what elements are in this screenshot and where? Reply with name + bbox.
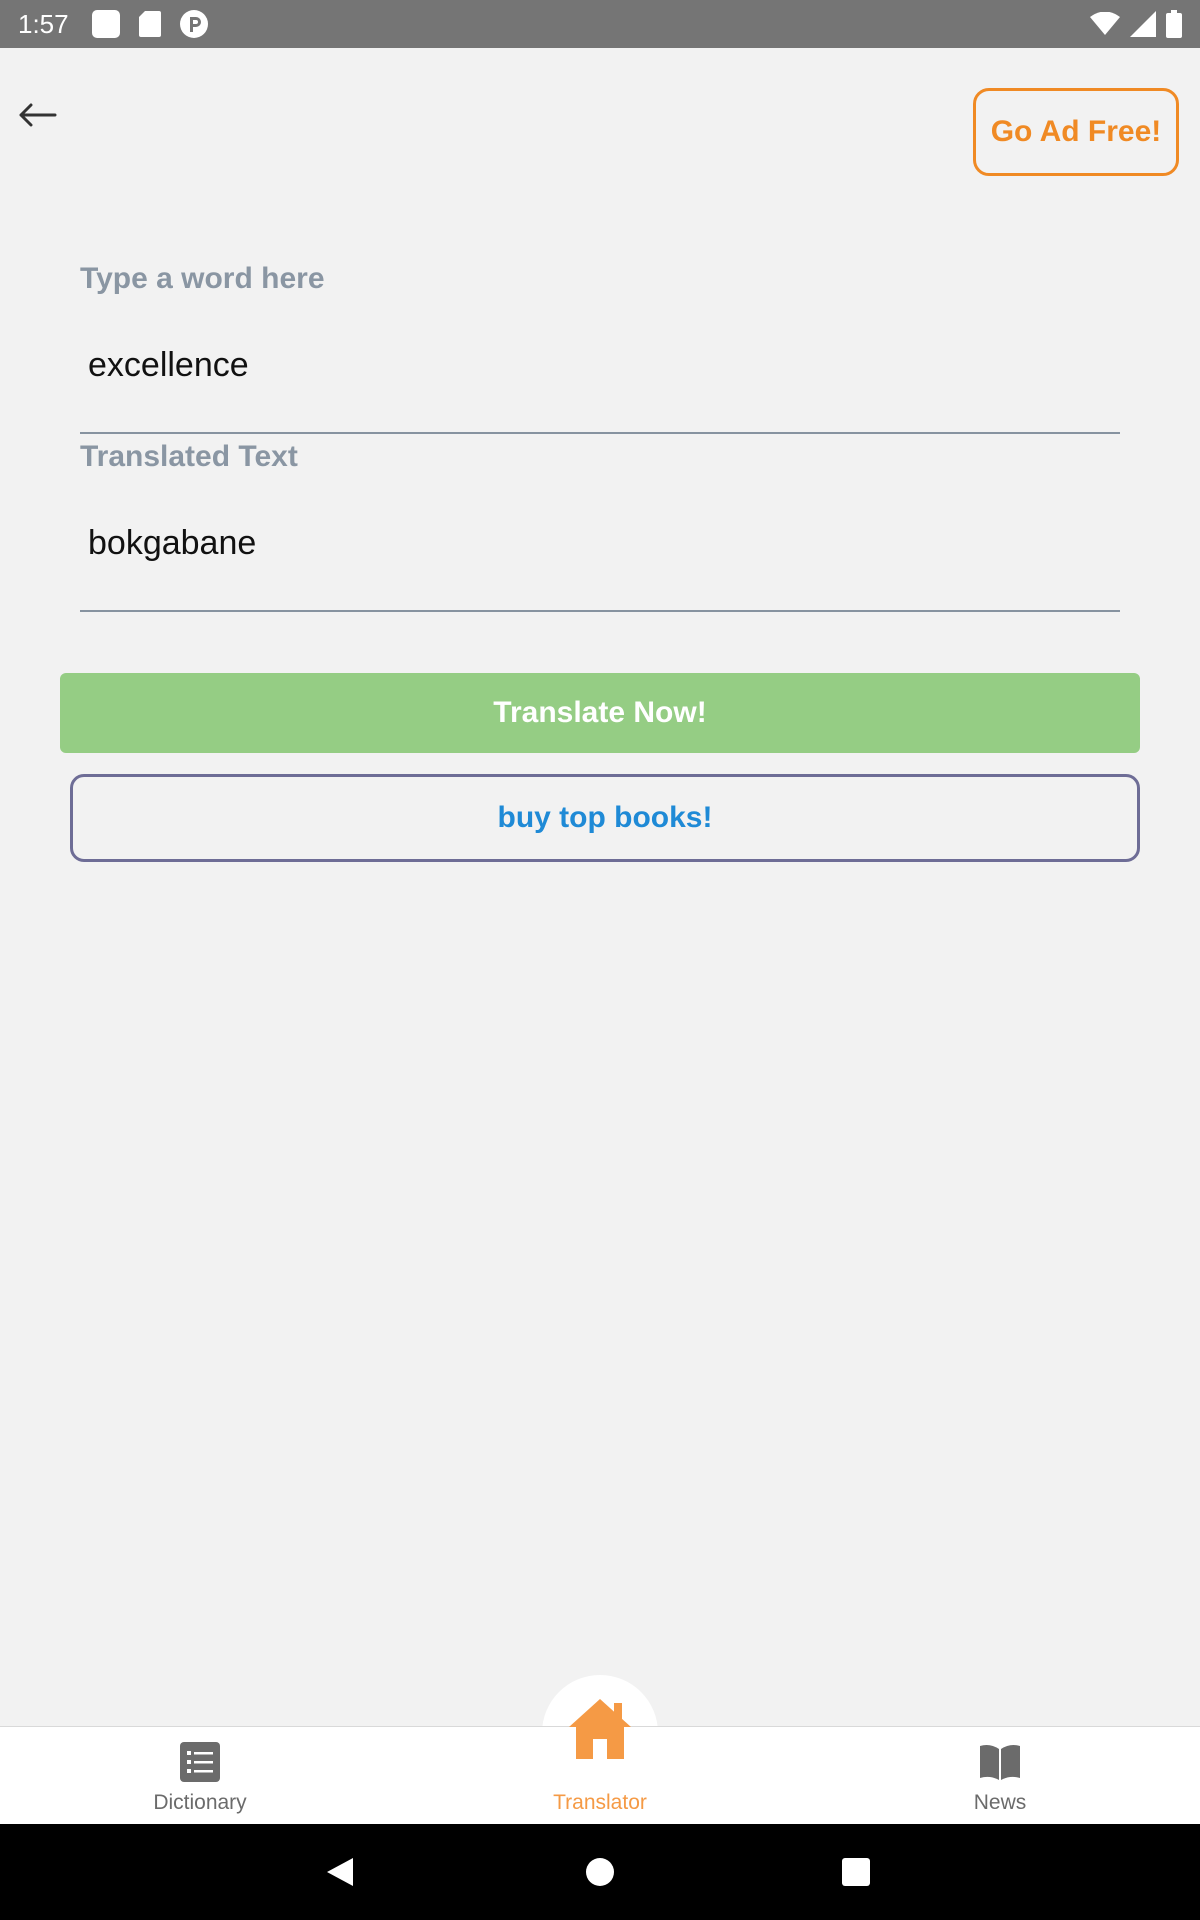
nav-item-news[interactable]: News [870,1727,1130,1825]
translated-text-field[interactable]: bokgabane [88,524,256,563]
translate-now-button[interactable]: Translate Now! [60,673,1140,753]
sd-card-icon [138,11,161,37]
nav-label-news: News [973,1791,1027,1814]
back-button[interactable] [12,92,62,142]
home-icon[interactable] [564,1693,636,1765]
word-input[interactable]: excellence [88,346,249,385]
word-input-underline [80,432,1120,434]
system-back-icon[interactable] [322,1854,358,1890]
system-home-icon[interactable] [582,1854,618,1890]
battery-icon [1166,10,1182,38]
status-icons-left [91,9,209,39]
nav-item-dictionary[interactable]: Dictionary [70,1727,330,1825]
go-ad-free-button[interactable]: Go Ad Free! [973,88,1179,176]
buy-top-books-button[interactable]: buy top books! [70,774,1140,862]
book-open-icon [979,1739,1021,1785]
status-icons-right [1090,10,1182,38]
translated-text-underline [80,610,1120,612]
pocket-icon [179,9,209,39]
list-icon [180,1739,220,1785]
arrow-left-icon [17,103,57,132]
nav-label-translator: Translator [553,1791,647,1814]
status-time: 1:57 [18,8,69,39]
square-notification-icon [91,10,121,38]
system-recents-icon[interactable] [838,1854,874,1890]
system-nav-bar [0,1824,1200,1920]
nav-label-dictionary: Dictionary [153,1791,247,1814]
cell-signal-icon [1130,11,1156,37]
wifi-icon [1090,12,1120,36]
translator-screen: 1:57 Go Ad Free! Type a word here excell… [0,0,1200,1920]
output-label: Translated Text [80,440,298,473]
status-bar: 1:57 [0,0,1200,48]
input-label: Type a word here [80,262,325,295]
